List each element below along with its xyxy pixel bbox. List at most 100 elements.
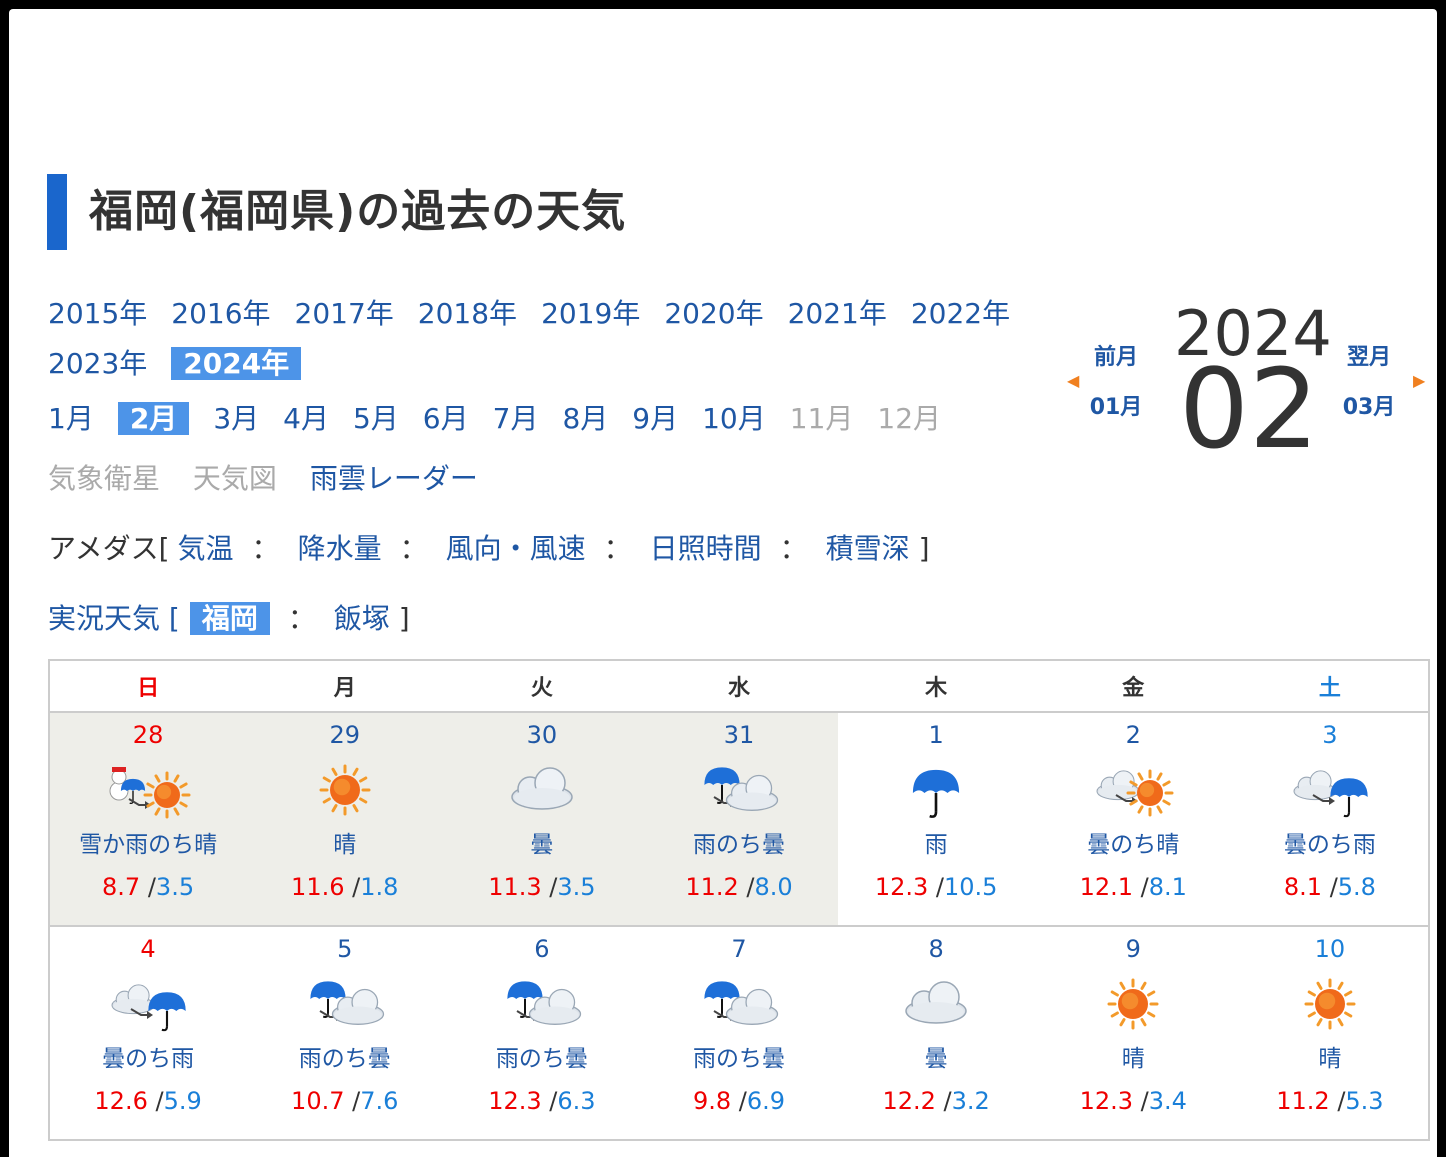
month-link-10[interactable]: 10月: [702, 402, 766, 435]
day-number: 30: [526, 721, 558, 749]
month-link-9[interactable]: 9月: [632, 402, 678, 435]
next-month-link[interactable]: 03月: [1334, 389, 1404, 421]
calendar-day-cell[interactable]: 31 雨のち曇 11.2 /8.0: [640, 711, 838, 927]
calendar-day-cell[interactable]: 3 曇のち雨 8.1 /5.8: [1231, 711, 1431, 927]
calendar-day-cell[interactable]: 6 雨のち曇 12.3 /6.3: [443, 925, 641, 1141]
month-link-6[interactable]: 6月: [423, 402, 469, 435]
rain-then-cloud-weather-icon: [487, 971, 597, 1037]
radar-link[interactable]: 雨雲レーダー: [310, 462, 478, 495]
weather-label: 晴: [1121, 1046, 1145, 1072]
month-link-8[interactable]: 8月: [562, 402, 608, 435]
temperature: 12.3 /3.4: [1035, 1087, 1232, 1115]
next-month-label[interactable]: 翌月: [1334, 339, 1404, 371]
weather-label: 雪か雨のち晴: [79, 832, 218, 858]
weather-label: 曇: [924, 1046, 948, 1072]
temperature: 12.2 /3.2: [838, 1087, 1035, 1115]
calendar-week-row: 4 曇のち雨 12.6 /5.9 5 雨のち曇 10.7 /7.6 6 雨のち曇 12.3…: [47, 925, 1431, 1141]
calendar-day-cell[interactable]: 30 曇 11.3 /3.5: [443, 711, 641, 927]
calendar-day-cell[interactable]: 7 雨のち曇 9.8 /6.9: [640, 925, 838, 1141]
min-temp: 5.3: [1345, 1087, 1384, 1115]
min-temp: 3.5: [155, 873, 195, 901]
weekday-header: 火: [443, 659, 641, 713]
year-link-2024[interactable]: 2024年: [171, 347, 302, 380]
rain-weather-icon: [881, 757, 991, 823]
year-link-2020[interactable]: 2020年: [664, 297, 763, 330]
year-link-2019[interactable]: 2019年: [541, 297, 640, 330]
prev-month-link[interactable]: 01月: [1081, 389, 1151, 421]
min-temp: 3.4: [1148, 1087, 1187, 1115]
calendar-day-cell[interactable]: 9 晴 12.3 /3.4: [1034, 925, 1232, 1141]
year-link-2022[interactable]: 2022年: [911, 297, 1010, 330]
satellite-link[interactable]: 気象衛星: [48, 462, 160, 495]
temp-separator: /: [541, 1087, 558, 1115]
temp-separator: /: [140, 873, 156, 901]
amedas-link-2[interactable]: 風向・風速: [446, 532, 586, 565]
temp-separator: /: [541, 873, 558, 901]
live-weather-links: 実況天気 [福岡 ： 飯塚 ]: [48, 599, 410, 639]
year-link-2015[interactable]: 2015年: [48, 297, 147, 330]
day-number: 3: [1322, 721, 1338, 749]
month-link-12[interactable]: 12月: [877, 402, 941, 435]
temp-separator: /: [935, 1087, 952, 1115]
min-temp: 10.5: [943, 873, 998, 901]
prev-month-label[interactable]: 前月: [1081, 339, 1151, 371]
month-links: 1月 2月 3月 4月 5月 6月 7月 8月 9月 10月 11月 12月: [48, 399, 965, 439]
temperature: 12.3 /6.3: [443, 1087, 640, 1115]
snow-rain-then-sun-weather-icon: [93, 757, 203, 823]
weekday-header: 土: [1231, 659, 1431, 713]
month-link-4[interactable]: 4月: [283, 402, 329, 435]
temp-separator: /: [1322, 873, 1338, 901]
month-link-11[interactable]: 11月: [790, 402, 854, 435]
max-temp: 11.6: [291, 873, 345, 901]
next-arrow-icon[interactable]: ▶: [1413, 371, 1425, 390]
month-link-7[interactable]: 7月: [493, 402, 539, 435]
sun-weather-icon: [290, 757, 400, 823]
year-link-2016[interactable]: 2016年: [171, 297, 270, 330]
amedas-link-4[interactable]: 積雪深: [826, 532, 910, 565]
cloud-weather-icon: [487, 757, 597, 823]
calendar-day-cell[interactable]: 4 曇のち雨 12.6 /5.9: [47, 925, 247, 1141]
month-link-5[interactable]: 5月: [353, 402, 399, 435]
sun-weather-icon: [1275, 971, 1385, 1037]
live-separator: ：: [287, 602, 316, 635]
month-link-1[interactable]: 1月: [48, 402, 94, 435]
amedas-link-3[interactable]: 日照時間: [650, 532, 762, 565]
temperature: 11.2 /8.0: [640, 873, 837, 901]
live-weather-label[interactable]: 実況天気 [: [48, 602, 180, 635]
day-number: 4: [140, 935, 156, 963]
max-temp: 12.6: [94, 1087, 148, 1115]
temperature: 10.7 /7.6: [246, 1087, 443, 1115]
temperature: 12.1 /8.1: [1035, 873, 1232, 901]
amedas-link-0[interactable]: 気温: [178, 532, 234, 565]
calendar-day-cell[interactable]: 2 曇のち晴 12.1 /8.1: [1034, 711, 1232, 927]
sun-weather-icon: [1078, 971, 1188, 1037]
temp-separator: /: [738, 873, 755, 901]
calendar-day-cell[interactable]: 29 晴 11.6 /1.8: [246, 711, 444, 927]
min-temp: 5.8: [1337, 873, 1376, 901]
year-link-2021[interactable]: 2021年: [788, 297, 887, 330]
calendar-day-cell[interactable]: 10 晴 11.2 /5.3: [1231, 925, 1431, 1141]
calendar-day-cell[interactable]: 1 雨 12.3 /10.5: [837, 711, 1035, 927]
weather-map-link[interactable]: 天気図: [193, 462, 277, 495]
calendar-day-cell[interactable]: 5 雨のち曇 10.7 /7.6: [246, 925, 444, 1141]
weather-label: 晴: [333, 832, 357, 858]
temp-separator: /: [1133, 873, 1149, 901]
amedas-link-1[interactable]: 降水量: [298, 532, 382, 565]
calendar-day-cell[interactable]: 28 雪か雨のち晴 8.7 /3.5: [47, 711, 247, 927]
temperature: 8.1 /5.8: [1232, 873, 1428, 901]
month-link-3[interactable]: 3月: [213, 402, 259, 435]
min-temp: 8.1: [1148, 873, 1187, 901]
temperature: 8.7 /3.5: [50, 873, 246, 901]
min-temp: 8.0: [754, 873, 793, 901]
max-temp: 12.3: [874, 873, 929, 901]
calendar-day-cell[interactable]: 8 曇 12.2 /3.2: [837, 925, 1035, 1141]
page-title: 福岡(福岡県)の過去の天気: [47, 174, 626, 250]
year-link-2018[interactable]: 2018年: [418, 297, 517, 330]
live-station-1[interactable]: 飯塚: [334, 602, 390, 635]
year-links-row-1: 2015年 2016年 2017年 2018年 2019年 2020年 2021年 2022年: [48, 294, 1034, 334]
prev-arrow-icon[interactable]: ◀: [1067, 371, 1079, 390]
month-link-2[interactable]: 2月: [117, 402, 190, 435]
year-link-2023[interactable]: 2023年: [48, 347, 147, 380]
live-station-0[interactable]: 福岡: [189, 602, 270, 635]
year-link-2017[interactable]: 2017年: [295, 297, 394, 330]
